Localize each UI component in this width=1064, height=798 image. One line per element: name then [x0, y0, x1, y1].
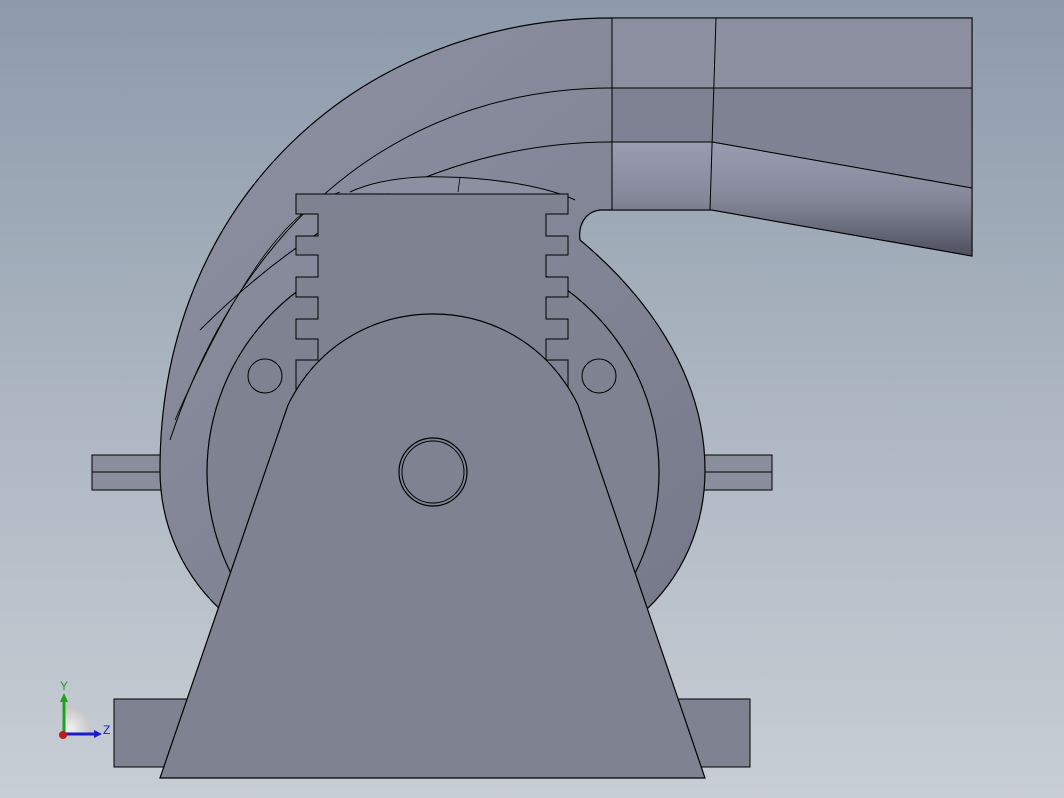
y-axis-label: Y — [60, 679, 68, 693]
outlet-duct — [611, 17, 973, 257]
bolt-hole-left — [247, 358, 283, 394]
graphics-viewport[interactable]: Y Z — [0, 0, 1064, 798]
model-view[interactable]: Y Z — [0, 0, 1064, 798]
z-axis-arrow — [94, 730, 102, 738]
shaft-right — [699, 454, 773, 491]
bolt-hole-right — [581, 358, 617, 394]
x-axis-dot — [59, 731, 67, 739]
reference-triad: Y Z — [59, 679, 110, 739]
shaft-hub — [398, 437, 468, 507]
shaft-left — [91, 454, 165, 491]
z-axis-label: Z — [103, 723, 110, 737]
y-axis-arrow — [60, 693, 68, 702]
